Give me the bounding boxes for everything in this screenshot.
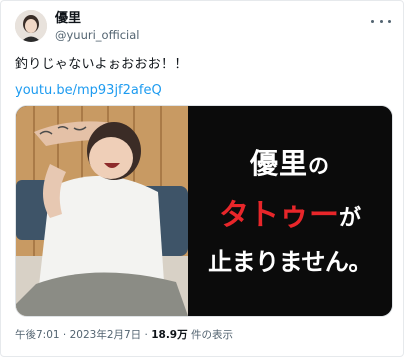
display-name[interactable]: 優里 [55, 11, 139, 27]
tweet-media[interactable]: 優里の タトゥーが 止まりません。 [15, 105, 393, 317]
tweet-meta: 午後7:01 · 2023年2月7日 · 18.9万 件の表示 [15, 327, 233, 342]
more-icon[interactable] [371, 14, 391, 28]
avatar[interactable] [15, 10, 47, 42]
overlay-line-2: タトゥーが [188, 190, 392, 234]
overlay-line2-particle: が [338, 206, 361, 231]
timestamp[interactable]: 午後7:01 · 2023年2月7日 · [15, 329, 148, 341]
tweet-link[interactable]: youtu.be/mp93jf2afeQ [15, 83, 162, 98]
media-title-overlay: 優里の タトゥーが 止まりません。 [188, 106, 392, 316]
overlay-line1-main: 優里 [249, 147, 308, 180]
overlay-line1-particle: の [308, 154, 330, 178]
overlay-line-3: 止まりません。 [208, 248, 372, 276]
tweet-text: 釣りじゃないよぉおおお！！ [15, 57, 188, 72]
user-handle[interactable]: @yuuri_official [55, 27, 139, 43]
overlay-line-1: 優里の [188, 142, 392, 182]
user-info: 優里 @yuuri_official [55, 11, 139, 43]
avatar-image [15, 10, 47, 42]
tweet-header: 優里 @yuuri_official [15, 10, 393, 44]
tweet-card: 優里 @yuuri_official 釣りじゃないよぉおおお！！ youtu.b… [0, 0, 404, 357]
media-photo [16, 106, 188, 316]
view-label: 件の表示 [190, 329, 233, 341]
view-count: 18.9万 [151, 329, 188, 341]
overlay-line2-main: タトゥー [218, 198, 339, 233]
